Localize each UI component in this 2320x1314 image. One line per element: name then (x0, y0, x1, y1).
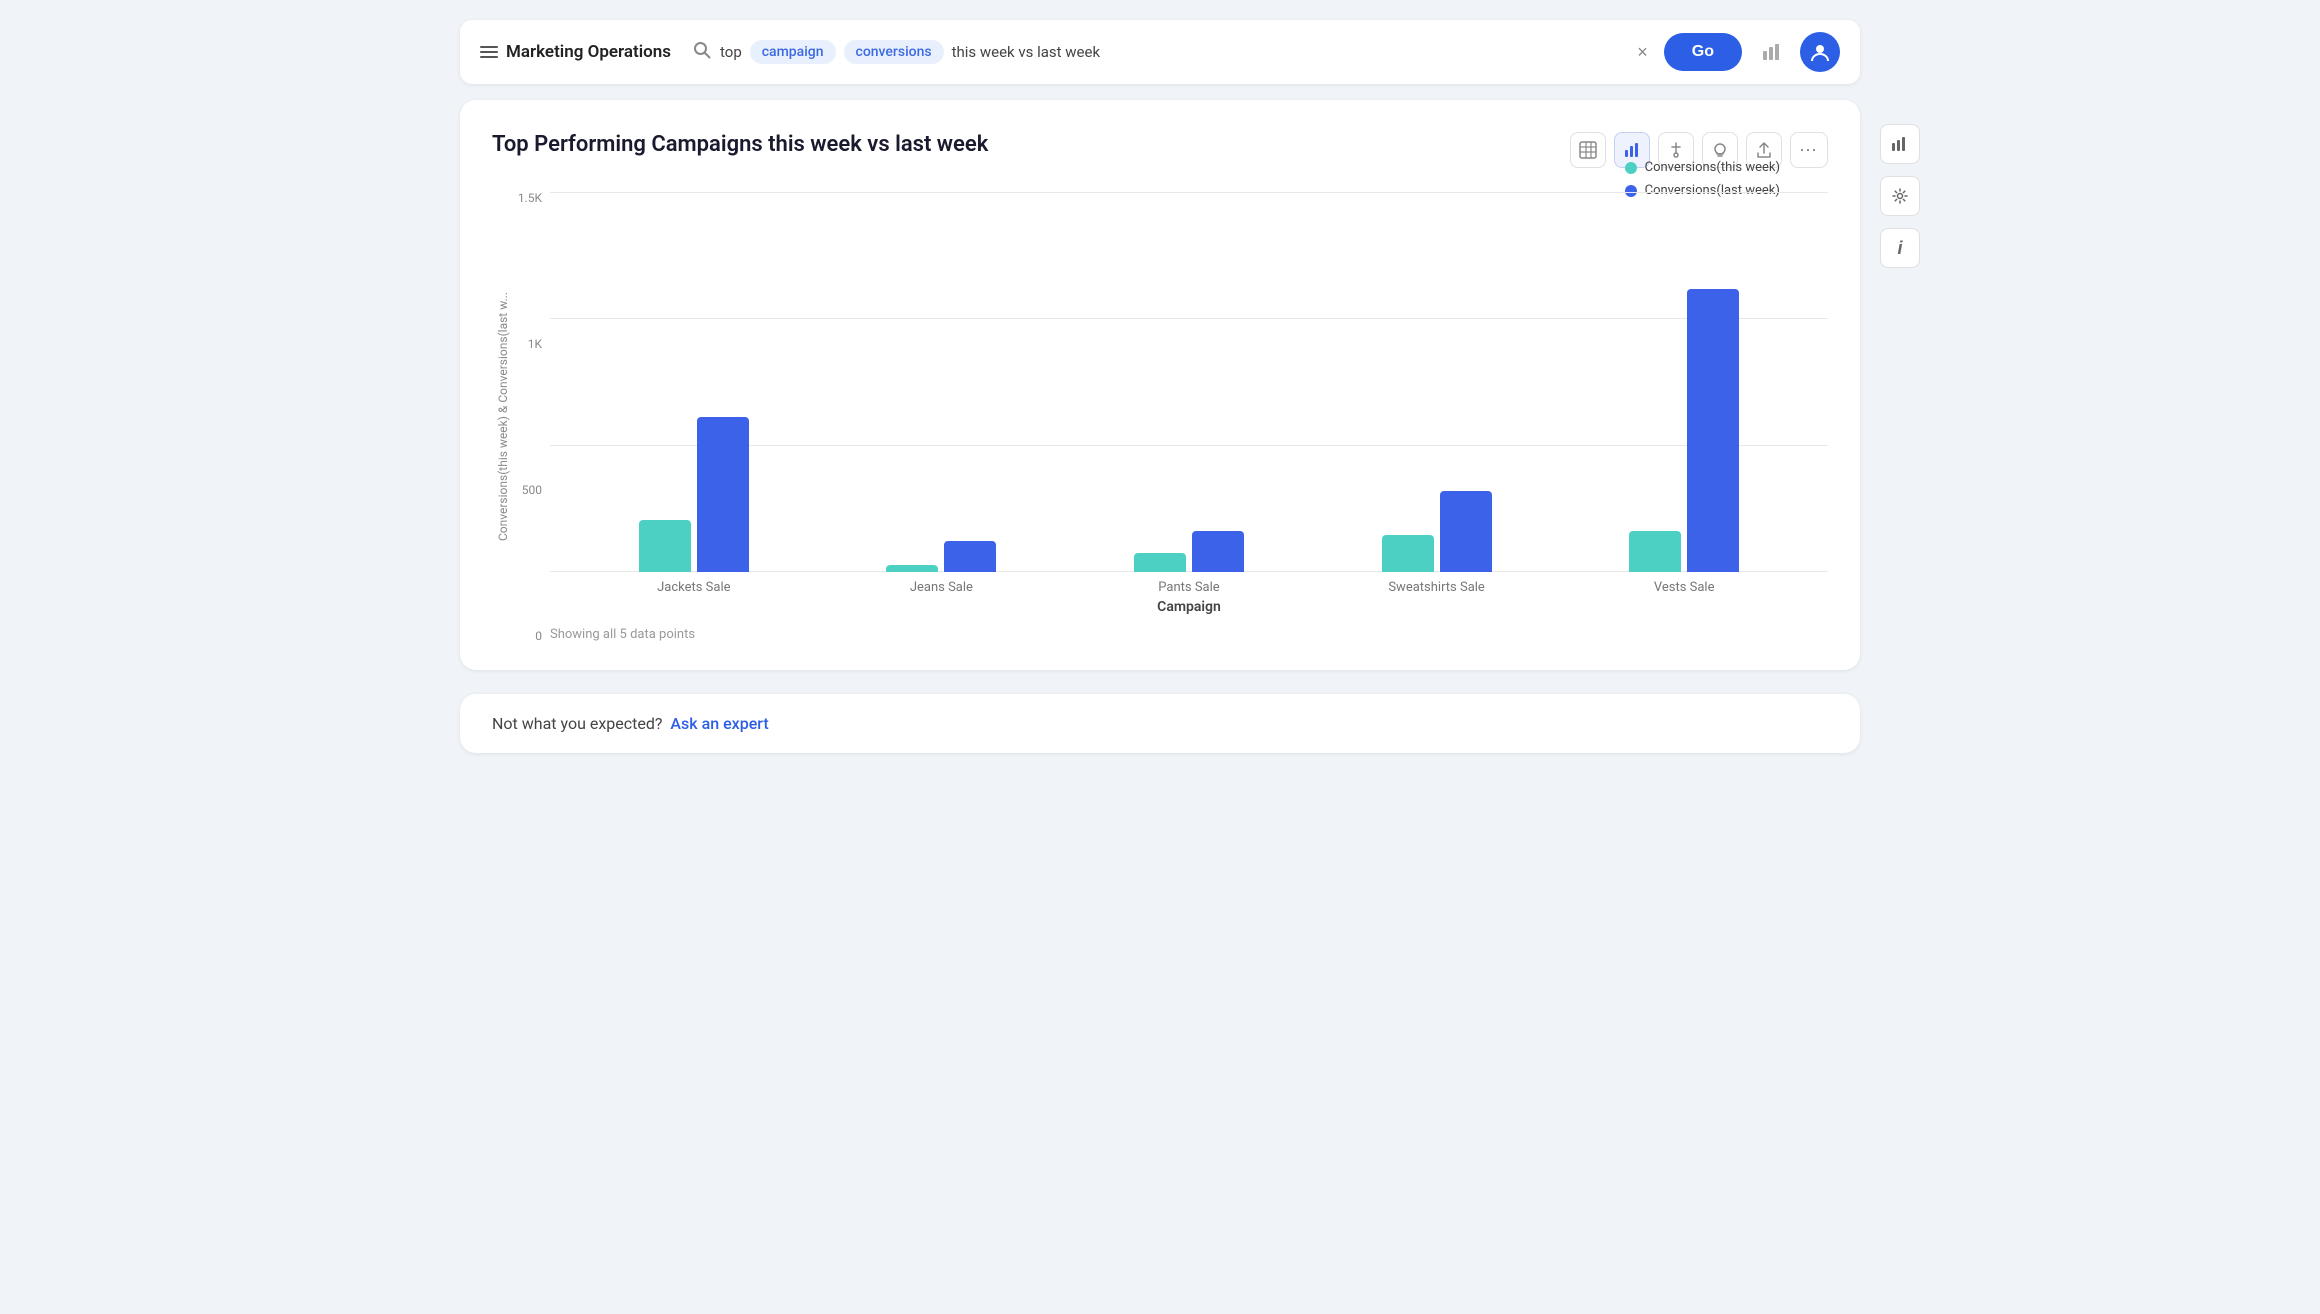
search-icon (692, 40, 712, 65)
y-tick: 0 (535, 630, 542, 642)
campaign-group (1134, 531, 1244, 572)
bottom-section: Not what you expected? Ask an expert (460, 694, 1860, 753)
bar-this-week[interactable] (886, 565, 938, 572)
chart-grid-and-bars (550, 192, 1828, 572)
topbar-right (1754, 32, 1840, 72)
bar-last-week[interactable] (1440, 491, 1492, 572)
app-title: Marketing Operations (506, 42, 671, 62)
search-text-top: top (720, 43, 742, 61)
chart-main: Jackets Sale Jeans Sale Pants Sale Sweatshi… (550, 192, 1828, 642)
right-sidebar: i (1880, 124, 1920, 268)
sidebar-chart-icon[interactable] (1880, 124, 1920, 164)
bar-last-week[interactable] (944, 541, 996, 572)
legend-label-this-week: Conversions(this week) (1645, 160, 1780, 175)
campaign-group (639, 417, 749, 572)
x-label: Sweatshirts Sale (1382, 580, 1492, 595)
bar-chart-topbar-icon[interactable] (1754, 35, 1788, 69)
bars-pair (886, 541, 996, 572)
bars-pair (1629, 289, 1739, 572)
y-tick: 1K (528, 338, 542, 350)
bar-last-week[interactable] (1687, 289, 1739, 572)
campaign-group (886, 541, 996, 572)
chart-footer: Showing all 5 data points (550, 627, 1828, 642)
bar-this-week[interactable] (1134, 553, 1186, 572)
legend-item-this-week: Conversions(this week) (1625, 160, 1780, 175)
more-btn[interactable]: ⋯ (1790, 132, 1828, 168)
legend-dot-teal (1625, 162, 1637, 174)
campaign-group (1629, 289, 1739, 572)
hamburger-icon[interactable] (480, 46, 498, 58)
bars-area (550, 192, 1828, 572)
bar-last-week[interactable] (1192, 531, 1244, 572)
x-labels: Jackets Sale Jeans Sale Pants Sale Sweatshi… (550, 572, 1828, 595)
y-axis-label: Conversions(this week) & Conversions(las… (492, 292, 510, 541)
table-view-btn[interactable] (1570, 132, 1606, 168)
bar-this-week[interactable] (639, 520, 691, 572)
not-expected-text: Not what you expected? (492, 714, 662, 733)
main-chart-card: i Top Performing Campaigns this week vs … (460, 100, 1860, 670)
bars-pair (1134, 531, 1244, 572)
y-axis-ticks: 0 500 1K 1.5K (510, 192, 550, 642)
search-token-conversions[interactable]: conversions (844, 40, 944, 64)
x-label: Jackets Sale (639, 580, 749, 595)
topbar: Marketing Operations top campaign conver… (460, 20, 1860, 84)
search-token-campaign[interactable]: campaign (750, 40, 836, 64)
x-axis-title: Campaign (550, 599, 1828, 615)
x-label: Jeans Sale (886, 580, 996, 595)
x-label: Vests Sale (1629, 580, 1739, 595)
y-axis-area: Conversions(this week) & Conversions(las… (492, 192, 550, 642)
bar-last-week[interactable] (697, 417, 749, 572)
y-tick: 1.5K (518, 192, 542, 204)
sidebar-gear-icon[interactable] (1880, 176, 1920, 216)
go-button[interactable]: Go (1664, 33, 1742, 71)
bar-this-week[interactable] (1629, 531, 1681, 572)
campaign-group (1382, 491, 1492, 572)
chart-container: Conversions(this week) & Conversions(las… (492, 192, 1828, 642)
app-title-area: Marketing Operations (480, 42, 680, 62)
chart-title: Top Performing Campaigns this week vs la… (492, 132, 988, 157)
y-tick: 500 (522, 484, 542, 496)
bars-pair (639, 417, 749, 572)
search-text-week: this week vs last week (952, 43, 1100, 61)
search-area: top campaign conversions this week vs la… (692, 33, 1742, 71)
x-label: Pants Sale (1134, 580, 1244, 595)
avatar-button[interactable] (1800, 32, 1840, 72)
sidebar-info-icon[interactable]: i (1880, 228, 1920, 268)
bar-this-week[interactable] (1382, 535, 1434, 572)
ask-expert-link[interactable]: Ask an expert (670, 714, 768, 733)
bars-pair (1382, 491, 1492, 572)
clear-button[interactable]: × (1629, 38, 1656, 67)
